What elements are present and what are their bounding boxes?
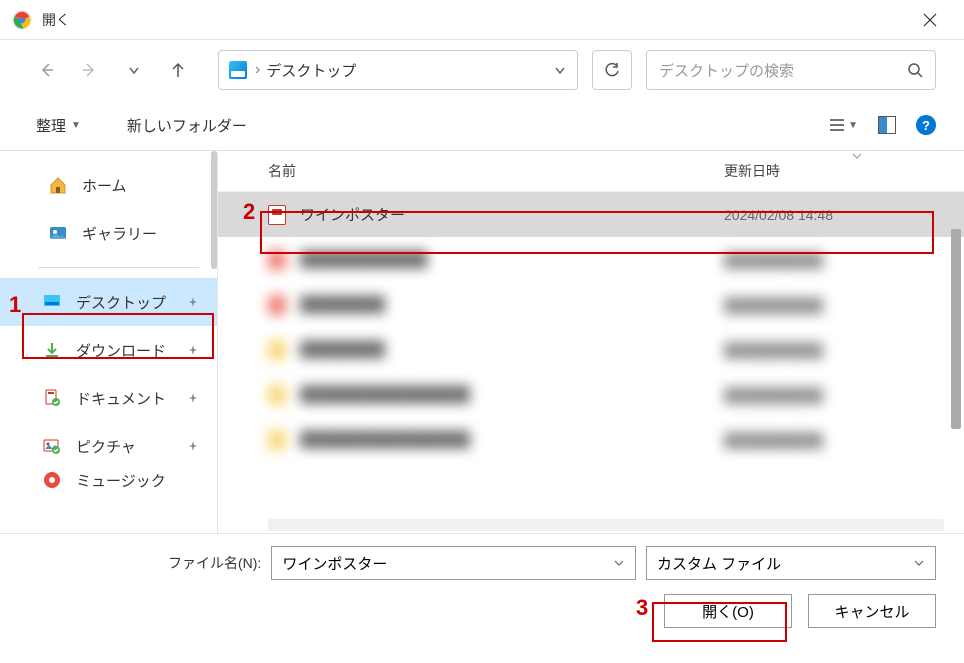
search-icon bbox=[907, 62, 923, 78]
chevron-down-icon: ▼ bbox=[848, 120, 858, 131]
refresh-button[interactable] bbox=[592, 50, 632, 90]
filter-select[interactable]: カスタム ファイル bbox=[646, 546, 936, 580]
sidebar-item-music[interactable]: ミュージック bbox=[0, 470, 217, 490]
path-bar[interactable]: › デスクトップ bbox=[218, 50, 578, 90]
list-header: 名前 更新日時 bbox=[218, 151, 964, 192]
annotation-1: 1 bbox=[9, 292, 21, 318]
sidebar-item-gallery[interactable]: ギャラリー bbox=[0, 209, 217, 257]
forward-button[interactable] bbox=[72, 52, 108, 88]
chrome-icon bbox=[12, 10, 32, 30]
annotation-2: 2 bbox=[243, 199, 255, 225]
column-name[interactable]: 名前 bbox=[268, 161, 724, 181]
file-row[interactable]: ████████████████ ██████████ bbox=[218, 372, 964, 417]
new-folder-button[interactable]: 新しいフォルダー bbox=[119, 110, 255, 141]
open-button[interactable]: 開く(O) bbox=[664, 594, 792, 628]
file-date: 2024/02/08 14:48 bbox=[724, 207, 944, 223]
search-input[interactable]: デスクトップの検索 bbox=[646, 50, 936, 90]
chevron-down-icon: ▼ bbox=[71, 120, 81, 131]
sidebar-item-downloads[interactable]: ダウンロード bbox=[0, 326, 217, 374]
file-row-selected[interactable]: ワインポスター 2024/02/08 14:48 bbox=[218, 192, 964, 237]
path-dropdown-icon[interactable] bbox=[553, 63, 567, 77]
search-placeholder: デスクトップの検索 bbox=[659, 60, 907, 81]
bottom-bar: ファイル名(N): ワインポスター カスタム ファイル 開く(O) キャンセル bbox=[0, 533, 964, 646]
help-button[interactable]: ? bbox=[916, 115, 936, 135]
annotation-3: 3 bbox=[636, 595, 648, 621]
file-list: 名前 更新日時 ワインポスター 2024/02/08 14:48 ███████… bbox=[218, 151, 964, 533]
sidebar-item-desktop[interactable]: デスクトップ bbox=[0, 278, 217, 326]
organize-button[interactable]: 整理 ▼ bbox=[28, 110, 89, 141]
chevron-down-icon bbox=[613, 557, 625, 569]
sidebar-item-home[interactable]: ホーム bbox=[0, 161, 217, 209]
sidebar-item-documents[interactable]: ドキュメント bbox=[0, 374, 217, 422]
filename-input[interactable]: ワインポスター bbox=[271, 546, 636, 580]
pin-icon bbox=[187, 344, 199, 356]
chevron-down-icon bbox=[913, 557, 925, 569]
vertical-scrollbar[interactable] bbox=[951, 229, 961, 515]
pdf-icon bbox=[268, 205, 286, 225]
gallery-icon bbox=[48, 223, 68, 243]
folder-icon bbox=[268, 340, 286, 360]
toolbar: 整理 ▼ 新しいフォルダー ▼ ? bbox=[0, 100, 964, 150]
pin-icon bbox=[187, 296, 199, 308]
file-icon bbox=[268, 295, 286, 315]
sort-chevron-icon bbox=[850, 151, 864, 161]
documents-icon bbox=[42, 388, 62, 408]
sidebar: ホーム ギャラリー デスクトップ ダウンロー bbox=[0, 151, 218, 533]
file-name: ワインポスター bbox=[300, 204, 724, 225]
desktop-icon bbox=[42, 292, 62, 312]
file-row[interactable]: ████████████ ██████████ bbox=[218, 237, 964, 282]
view-mode-button[interactable]: ▼ bbox=[828, 116, 858, 134]
home-icon bbox=[48, 175, 68, 195]
path-separator-icon: › bbox=[255, 61, 260, 79]
file-row[interactable]: ████████ ██████████ bbox=[218, 327, 964, 372]
desktop-icon bbox=[229, 61, 247, 79]
pictures-icon bbox=[42, 436, 62, 456]
window-title: 開く bbox=[42, 10, 70, 30]
horizontal-scrollbar[interactable] bbox=[268, 519, 944, 531]
filename-label: ファイル名(N): bbox=[168, 553, 261, 573]
file-icon bbox=[268, 250, 286, 270]
back-button[interactable] bbox=[28, 52, 64, 88]
folder-icon bbox=[268, 430, 286, 450]
sidebar-item-pictures[interactable]: ピクチャ bbox=[0, 422, 217, 470]
downloads-icon bbox=[42, 340, 62, 360]
path-text: デスクトップ bbox=[266, 60, 356, 81]
pin-icon bbox=[187, 440, 199, 452]
up-button[interactable] bbox=[160, 52, 196, 88]
music-icon bbox=[42, 470, 62, 490]
close-button[interactable] bbox=[907, 0, 952, 40]
column-date[interactable]: 更新日時 bbox=[724, 161, 944, 181]
pin-icon bbox=[187, 392, 199, 404]
title-bar: 開く bbox=[0, 0, 964, 40]
cancel-button[interactable]: キャンセル bbox=[808, 594, 936, 628]
recent-dropdown-button[interactable] bbox=[116, 52, 152, 88]
preview-toggle-button[interactable] bbox=[878, 116, 896, 134]
nav-bar: › デスクトップ デスクトップの検索 bbox=[0, 40, 964, 100]
file-row[interactable]: ████████ ██████████ bbox=[218, 282, 964, 327]
file-row[interactable]: ████████████████ ██████████ bbox=[218, 417, 964, 462]
folder-icon bbox=[268, 385, 286, 405]
